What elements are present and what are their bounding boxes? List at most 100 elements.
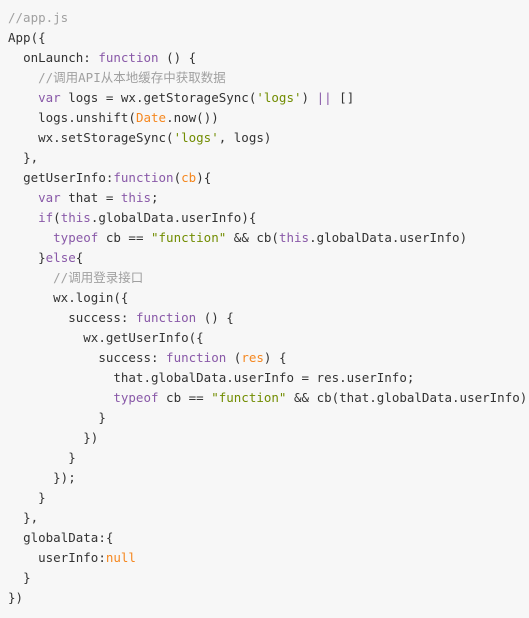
code-token-plain: userInfo: [38, 550, 106, 565]
code-line: if(this.globalData.userInfo){ [0, 208, 529, 228]
code-token-plain: }) [83, 430, 99, 445]
code-token-keyword: var [38, 90, 61, 105]
code-line: } [0, 488, 529, 508]
code-token-keyword: if [38, 210, 54, 225]
code-token-plain: { [75, 250, 84, 265]
code-line: //调用登录接口 [0, 268, 529, 288]
code-token-keyword: || [316, 90, 332, 105]
code-token-builtin: null [105, 550, 136, 565]
code-token-plain: cb == [158, 390, 212, 405]
code-line: App({ [0, 28, 529, 48]
code-token-plain: ( [53, 210, 61, 225]
code-token-plain: , logs) [218, 130, 272, 145]
code-line: }); [0, 468, 529, 488]
code-token-plain: App({ [8, 30, 46, 45]
code-line: }else{ [0, 248, 529, 268]
code-token-plain: }) [8, 590, 24, 605]
code-token-plain: () { [196, 310, 234, 325]
code-token-keyword: else [45, 250, 76, 265]
code-line: userInfo:null [0, 548, 529, 568]
code-token-comment: //app.js [8, 10, 69, 25]
code-token-plain: } [98, 410, 106, 425]
code-token-plain: && cb(that.globalData.userInfo) [286, 390, 528, 405]
code-line: typeof cb == "function" && cb(that.globa… [0, 388, 529, 408]
code-token-plain: wx.getUserInfo({ [83, 330, 204, 345]
code-token-plain: } [23, 570, 31, 585]
code-line: } [0, 448, 529, 468]
code-token-keyword: function [166, 350, 227, 365]
code-line: } [0, 408, 529, 428]
code-line: wx.getUserInfo({ [0, 328, 529, 348]
code-line: wx.setStorageSync('logs', logs) [0, 128, 529, 148]
code-token-plain: .globalData.userInfo) [309, 230, 468, 245]
code-token-keyword: var [38, 190, 61, 205]
code-token-plain: ){ [196, 170, 212, 185]
code-token-builtin: Date [135, 110, 167, 125]
code-token-plain: } [38, 490, 46, 505]
code-token-plain: && cb( [226, 230, 279, 245]
code-token-keyword: function [135, 310, 197, 325]
code-token-plain: ( [173, 170, 182, 185]
code-line: globalData:{ [0, 528, 529, 548]
code-line: }, [0, 148, 529, 168]
code-token-plain: ( [226, 350, 242, 365]
code-line: }) [0, 588, 529, 608]
code-line: wx.login({ [0, 288, 529, 308]
code-token-param: cb [181, 170, 197, 185]
code-token-plain: ; [151, 190, 159, 205]
code-token-keyword: typeof [53, 230, 99, 245]
code-token-keyword: this [120, 190, 152, 205]
code-token-comment: //调用API从本地缓存中获取数据 [38, 70, 226, 85]
code-token-plain: [] [331, 90, 355, 105]
code-token-plain: } [38, 250, 46, 265]
code-token-keyword: typeof [113, 390, 159, 405]
code-line: //app.js [0, 8, 529, 28]
code-token-plain: success: [68, 310, 136, 325]
code-token-plain: }, [23, 150, 39, 165]
code-token-plain: onLaunch: [23, 50, 99, 65]
code-token-plain: that = [60, 190, 121, 205]
code-token-plain: logs.unshift( [38, 110, 136, 125]
code-token-plain: success: [98, 350, 167, 365]
code-token-keyword: function [113, 170, 174, 185]
code-token-keyword: this [278, 230, 310, 245]
code-token-keyword: this [60, 210, 91, 225]
code-line: success: function (res) { [0, 348, 529, 368]
code-token-plain: getUserInfo: [23, 170, 114, 185]
code-line: }, [0, 508, 529, 528]
code-token-plain: }, [23, 510, 39, 525]
code-token-plain: that.globalData.userInfo = res.userInfo; [113, 370, 415, 385]
code-token-plain: wx.login({ [53, 290, 129, 305]
code-line: onLaunch: function () { [0, 48, 529, 68]
code-token-plain: () { [158, 50, 197, 65]
code-line: }) [0, 428, 529, 448]
code-line: } [0, 568, 529, 588]
code-line: logs.unshift(Date.now()) [0, 108, 529, 128]
code-token-comment: //调用登录接口 [53, 270, 144, 285]
code-token-plain: .globalData.userInfo){ [90, 210, 257, 225]
code-token-string: "function" [151, 230, 227, 245]
code-token-plain: } [68, 450, 76, 465]
code-listing: //app.js App({ onLaunch: function () { //… [0, 0, 529, 618]
code-token-keyword: function [98, 50, 159, 65]
